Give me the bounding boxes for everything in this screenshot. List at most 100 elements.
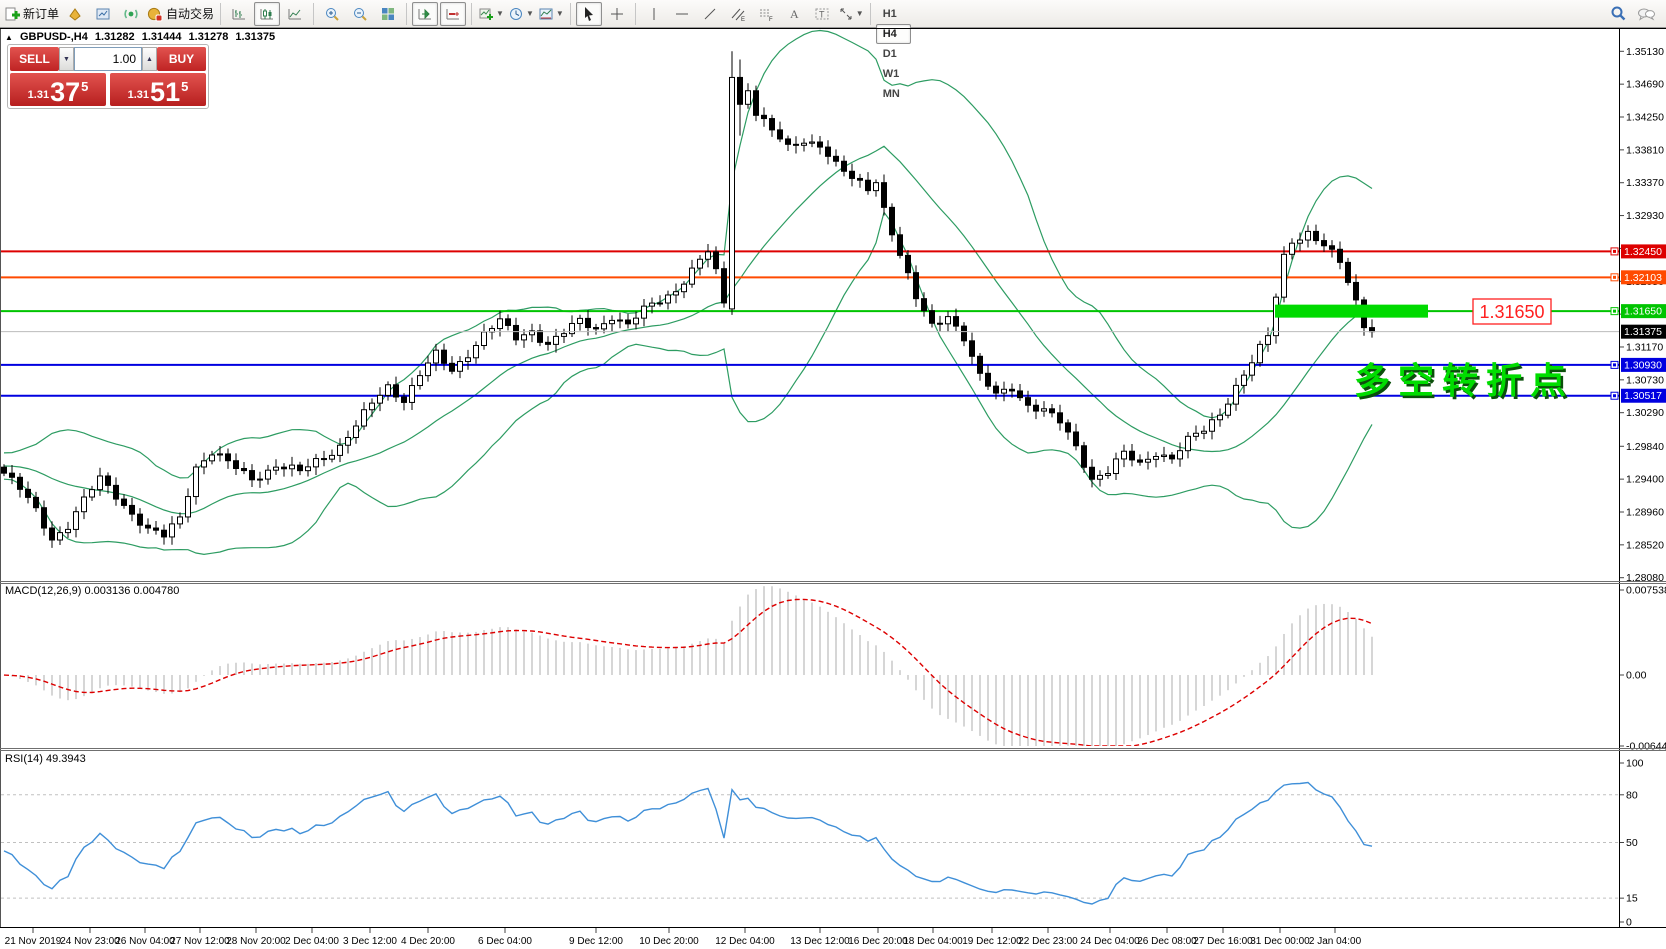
autotrading-icon [147, 6, 163, 22]
crosshair-icon [609, 6, 625, 22]
rsi-line [4, 783, 1372, 905]
price-tick-label: 1.34250 [1626, 112, 1664, 124]
axis-price-label: 1.31650 [1624, 306, 1662, 318]
autoscroll-icon [417, 6, 433, 22]
bid-price-label: 1.31375 [1624, 326, 1662, 338]
chevron-down-icon[interactable]: ▼ [556, 9, 564, 18]
toolbar-separator [471, 3, 472, 25]
time-tick-label: 22 Dec 23:00 [1018, 936, 1078, 947]
zoom-in-button[interactable] [319, 2, 345, 26]
sell-price-button[interactable]: 1.31375 [10, 73, 106, 106]
cursor-button[interactable] [576, 2, 602, 26]
price-tick-label: 1.30730 [1626, 374, 1664, 386]
time-tick-label: 12 Dec 04:00 [715, 936, 775, 947]
collapse-panel-icon[interactable]: ▲ [5, 33, 13, 42]
close-value: 1.31375 [235, 31, 275, 43]
time-tick-label: 19 Dec 12:00 [962, 936, 1022, 947]
time-tick-label: 3 Dec 12:00 [343, 936, 397, 947]
text-label-button[interactable]: T [809, 2, 835, 26]
time-tick-label: 18 Dec 04:00 [903, 936, 963, 947]
indicators-icon [478, 6, 494, 22]
timeframe-h1[interactable]: H1 [876, 4, 911, 24]
volume-increase-button[interactable]: ▲ [142, 47, 157, 71]
symbol-ohlc-header: ▲ GBPUSD-,H4 1.31282 1.31444 1.31278 1.3… [5, 31, 279, 43]
chat-button[interactable] [1633, 2, 1659, 26]
new-order-button[interactable]: 新订单 [3, 2, 60, 26]
price-tick-label: 1.30290 [1626, 407, 1664, 419]
time-tick-label: 27 Nov 12:00 [170, 936, 230, 947]
svg-text:T: T [819, 9, 825, 19]
new-order-icon [4, 6, 20, 22]
autotrading-button[interactable]: 自动交易 [146, 2, 215, 26]
chat-icon [1636, 6, 1656, 22]
timeframe-m30[interactable]: M30 [876, 0, 911, 4]
search-button[interactable] [1605, 2, 1631, 26]
candlestick-chart-icon [259, 6, 275, 22]
arrows-icon [838, 6, 854, 22]
tile-windows-button[interactable] [375, 2, 401, 26]
indicators-button[interactable]: ▼ [477, 2, 505, 26]
time-tick-label: 13 Dec 12:00 [790, 936, 850, 947]
time-tick-label: 9 Dec 12:00 [569, 936, 623, 947]
templates-button[interactable]: ▼ [537, 2, 565, 26]
rsi-axis-label: 50 [1626, 837, 1638, 849]
highlight-rectangle[interactable] [1275, 305, 1428, 318]
cursor-icon [581, 6, 597, 22]
signals-button[interactable] [118, 2, 144, 26]
chevron-down-icon[interactable]: ▼ [856, 9, 864, 18]
price-tick-label: 1.28960 [1626, 506, 1664, 518]
buy-button[interactable]: BUY [157, 47, 206, 71]
new-order-label: 新订单 [23, 5, 59, 22]
time-tick-label: 24 Dec 04:00 [1080, 936, 1140, 947]
periods-button[interactable]: ▼ [507, 2, 535, 26]
gold-badge-icon [67, 6, 83, 22]
time-axis[interactable]: 21 Nov 201924 Nov 23:0026 Nov 04:0027 No… [5, 928, 1362, 947]
template-chart-icon [538, 6, 554, 22]
text-button[interactable]: A [781, 2, 807, 26]
chevron-down-icon[interactable]: ▼ [496, 9, 504, 18]
crosshair-button[interactable] [604, 2, 630, 26]
time-tick-label: 16 Dec 20:00 [848, 936, 908, 947]
zoom-in-icon [324, 6, 340, 22]
axis-price-label: 1.32450 [1624, 246, 1662, 258]
sell-button[interactable]: SELL [10, 47, 59, 71]
volume-input[interactable]: 1.00 [74, 47, 142, 71]
chevron-down-icon[interactable]: ▼ [526, 9, 534, 18]
zoom-out-button[interactable] [347, 2, 373, 26]
horizontal-line-button[interactable] [669, 2, 695, 26]
equidistant-channel-icon: E [730, 6, 746, 22]
trendline-icon [702, 6, 718, 22]
one-click-trading-panel: SELL ▼ 1.00 ▲ BUY 1.31375 1.31515 [7, 44, 209, 109]
chart-canvas[interactable]: 1.31650多空转折点多空转折点1.351301.346901.342501.… [0, 28, 1666, 949]
zoom-out-icon [352, 6, 368, 22]
candlestick-chart-button[interactable] [254, 2, 280, 26]
price-tick-label: 1.29840 [1626, 441, 1664, 453]
time-tick-label: 26 Nov 04:00 [115, 936, 175, 947]
line-chart-button[interactable] [282, 2, 308, 26]
open-value: 1.31282 [95, 31, 135, 43]
chart-shift-button[interactable] [440, 2, 466, 26]
clock-icon [508, 6, 524, 22]
price-tick-label: 1.35130 [1626, 46, 1664, 58]
sell-price-pip: 5 [81, 79, 88, 94]
trendline-button[interactable] [697, 2, 723, 26]
volume-decrease-button[interactable]: ▼ [59, 47, 74, 71]
metaeditor-button[interactable] [62, 2, 88, 26]
toolbar-separator [870, 3, 871, 25]
fibonacci-button[interactable]: F [753, 2, 779, 26]
channel-button[interactable]: E [725, 2, 751, 26]
new-chart-button[interactable] [90, 2, 116, 26]
vertical-line-button[interactable] [641, 2, 667, 26]
text-icon: A [786, 6, 802, 22]
bar-chart-button[interactable] [226, 2, 252, 26]
chart-shift-icon [445, 6, 461, 22]
new-chart-icon [95, 6, 111, 22]
autoscroll-button[interactable] [412, 2, 438, 26]
tile-windows-icon [380, 6, 396, 22]
arrows-button[interactable]: ▼ [837, 2, 865, 26]
buy-price-button[interactable]: 1.31515 [110, 73, 206, 106]
sell-price-main: 37 [50, 80, 80, 104]
price-tick-label: 1.31170 [1626, 341, 1663, 353]
turning-point-annotation[interactable]: 多空转折点 [1354, 360, 1574, 401]
price-tick-label: 1.33370 [1626, 177, 1664, 189]
